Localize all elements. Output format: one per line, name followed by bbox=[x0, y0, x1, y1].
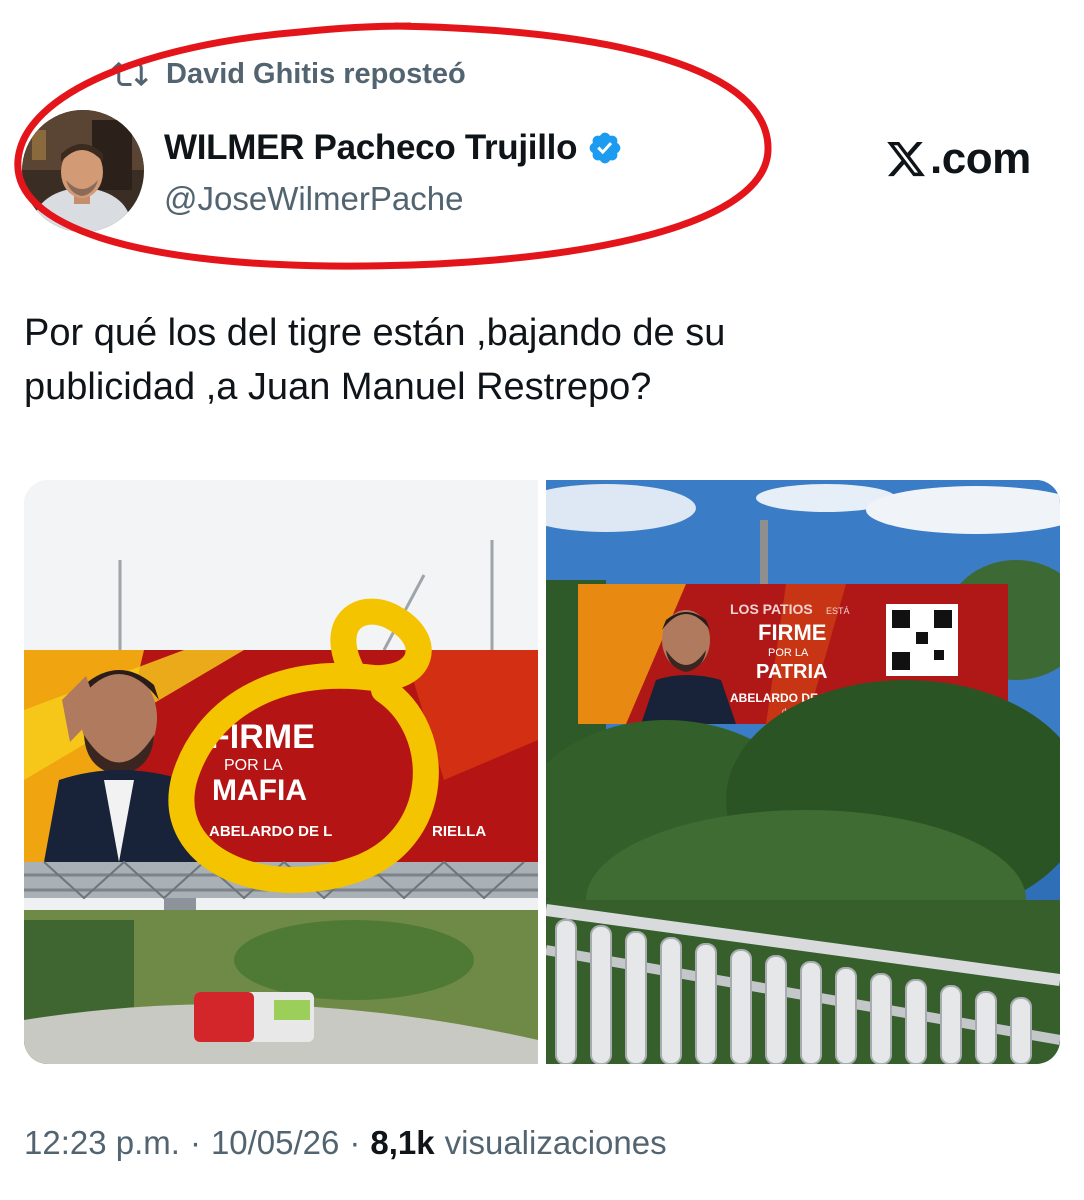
media-image-right[interactable]: LOS PATIOS ESTÁ FIRME POR LA PATRIA ABEL… bbox=[546, 480, 1060, 1064]
tweet-meta: 12:23 p.m. · 10/05/26 · 8,1k visualizaci… bbox=[24, 1124, 667, 1162]
media-image-left[interactable]: FIRME POR LA MAFIA ABELARDO DE L RIELLA bbox=[24, 480, 538, 1064]
billboard-text: LOS PATIOS bbox=[730, 601, 813, 617]
x-com-watermark: .com bbox=[884, 134, 1031, 184]
verified-badge-icon bbox=[587, 130, 623, 166]
author-handle[interactable]: @JoseWilmerPache bbox=[164, 180, 463, 218]
billboard-text: ESTÁ bbox=[826, 606, 850, 616]
billboard-text: MAFIA bbox=[212, 774, 307, 807]
tweet-text-line: publicidad ,a Juan Manuel Restrepo? bbox=[24, 366, 652, 408]
repost-header[interactable]: David Ghitis reposteó bbox=[112, 52, 466, 96]
x-logo-text: .com bbox=[930, 134, 1031, 183]
tweet-text-line: Por qué los del tigre están ,bajando de … bbox=[24, 312, 726, 354]
tweet-text: Por qué los del tigre están ,bajando de … bbox=[24, 306, 1054, 414]
views-count: 8,1k bbox=[370, 1124, 435, 1161]
separator: · bbox=[349, 1124, 361, 1161]
avatar[interactable] bbox=[22, 110, 144, 232]
billboard-text: ABELARDO DE L bbox=[209, 823, 332, 840]
x-logo-icon bbox=[884, 138, 928, 180]
billboard-text: PATRIA bbox=[756, 661, 827, 683]
billboard-text: RIELLA bbox=[432, 823, 486, 840]
separator: · bbox=[189, 1124, 201, 1161]
author-name[interactable]: WILMER Pacheco Trujillo bbox=[164, 128, 577, 168]
repost-label: David Ghitis reposteó bbox=[166, 57, 466, 90]
billboard-text: POR LA bbox=[224, 757, 283, 774]
billboard-text: POR LA bbox=[768, 647, 809, 659]
author-name-row[interactable]: WILMER Pacheco Trujillo bbox=[164, 128, 623, 168]
media-grid[interactable]: FIRME POR LA MAFIA ABELARDO DE L RIELLA bbox=[24, 480, 1060, 1064]
tweet-time[interactable]: 12:23 p.m. bbox=[24, 1124, 180, 1162]
billboard-text: FIRME bbox=[758, 620, 826, 645]
repost-icon bbox=[112, 56, 148, 92]
tweet-date[interactable]: 10/05/26 bbox=[211, 1124, 339, 1162]
views-label: visualizaciones bbox=[444, 1124, 667, 1161]
